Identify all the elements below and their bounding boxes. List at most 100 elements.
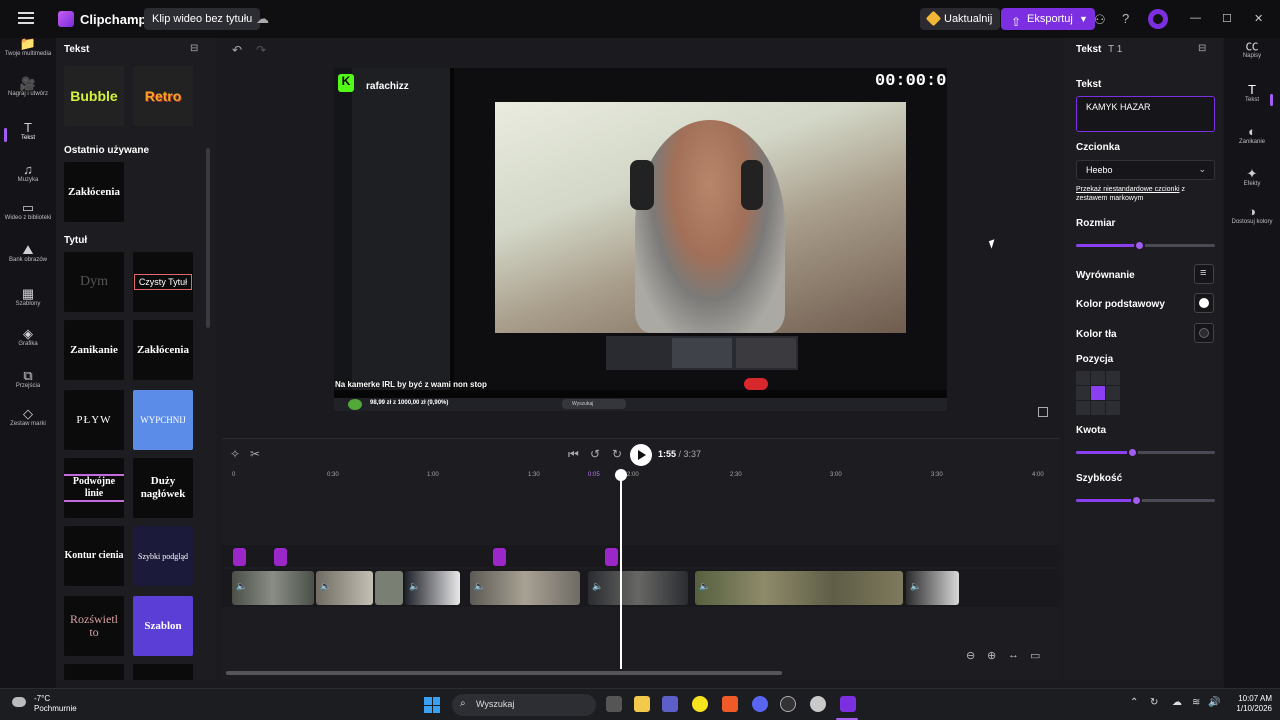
position-cell[interactable] — [1091, 386, 1105, 400]
obs-icon[interactable] — [780, 696, 796, 712]
position-cell[interactable] — [1106, 386, 1120, 400]
text-style-card[interactable] — [64, 664, 124, 680]
windows-start-icon[interactable] — [424, 697, 440, 713]
forward-icon[interactable]: ↻ — [612, 447, 622, 461]
position-cell[interactable] — [1076, 371, 1090, 385]
collapse-panel-icon[interactable]: ⊟ — [190, 43, 198, 54]
file-explorer-icon[interactable] — [634, 696, 650, 712]
close-icon[interactable]: ✕ — [1254, 12, 1263, 25]
position-grid[interactable] — [1076, 371, 1120, 415]
position-cell[interactable] — [1076, 401, 1090, 415]
teams-icon[interactable] — [662, 696, 678, 712]
rail-stock-video[interactable]: ▭ Wideo z biblioteki — [0, 201, 56, 222]
task-view-icon[interactable] — [606, 696, 622, 712]
github-icon[interactable] — [1148, 9, 1168, 29]
position-cell[interactable] — [1091, 401, 1105, 415]
speed-slider[interactable] — [1076, 495, 1215, 506]
position-cell[interactable] — [1106, 371, 1120, 385]
rail-captions[interactable]: ㏄ Napisy — [1224, 39, 1280, 60]
text-style-card[interactable]: Zakłócenia — [64, 162, 124, 222]
cloud-off-icon[interactable]: ☁ — [256, 11, 272, 26]
clock[interactable]: 10:07 AM 1/10/2026 — [1228, 694, 1272, 714]
text-style-card[interactable]: PŁYW — [64, 390, 124, 450]
slider-knob[interactable] — [1126, 447, 1138, 458]
video-clip[interactable]: 🔈 — [405, 571, 460, 605]
chevron-up-icon[interactable]: ⌃ — [1130, 697, 1138, 708]
undo-icon[interactable]: ↶ — [232, 43, 242, 57]
rail-effects[interactable]: ✦ Efekty — [1224, 167, 1280, 188]
text-clip-marker[interactable] — [274, 548, 287, 566]
text-clip-marker[interactable] — [605, 548, 618, 566]
rail-templates[interactable]: ▦ Szablony — [0, 287, 56, 308]
rail-fade[interactable]: ◐ Zanikanie — [1224, 125, 1280, 146]
rail-text[interactable]: T Tekst — [0, 121, 56, 142]
hamburger-icon[interactable] — [18, 12, 34, 24]
magic-icon[interactable]: ✧ — [230, 447, 240, 461]
rail-brand-kit[interactable]: ◇ Zestaw marki — [0, 407, 56, 428]
text-style-card[interactable]: Rozświetl to — [64, 596, 124, 656]
taskbar-search[interactable]: ⌕ Wyszukaj — [452, 694, 596, 716]
text-style-card[interactable]: Retro — [133, 66, 193, 126]
zoom-out-icon[interactable]: ⊖ — [966, 649, 975, 662]
playhead[interactable] — [620, 471, 622, 669]
sync-icon[interactable]: ↻ — [1150, 697, 1158, 708]
text-style-card[interactable]: Szablon — [133, 596, 193, 656]
project-title[interactable]: Klip wideo bez tytułu — [144, 8, 261, 30]
text-style-card[interactable]: Podwójne linie — [64, 458, 124, 518]
captions-toggle-icon[interactable]: ▭ — [1030, 649, 1040, 662]
corner-slider[interactable] — [1076, 447, 1215, 458]
redo-icon[interactable]: ↷ — [256, 43, 266, 57]
onedrive-icon[interactable]: ☁ — [1172, 697, 1182, 708]
app-icon[interactable] — [810, 696, 826, 712]
snapchat-icon[interactable] — [692, 696, 708, 712]
playhead-handle[interactable] — [615, 469, 627, 481]
slider-knob[interactable] — [1130, 495, 1142, 506]
video-clip[interactable] — [375, 571, 403, 605]
help-icon[interactable]: ? — [1122, 11, 1129, 26]
fullscreen-icon[interactable] — [1038, 407, 1048, 417]
rail-adjust-colors[interactable]: ◑ Dostosuj kolory — [1224, 205, 1280, 226]
video-clip[interactable]: 🔈 — [695, 571, 903, 605]
split-icon[interactable]: ✂ — [250, 447, 260, 461]
brave-icon[interactable] — [722, 696, 738, 712]
clipchamp-taskbar-icon[interactable] — [840, 696, 856, 712]
share-icon[interactable]: ⚇ — [1094, 12, 1106, 28]
text-style-card[interactable]: WYPCHNIJ — [133, 390, 193, 450]
video-clip[interactable]: 🔈 — [906, 571, 959, 605]
collapse-panel-icon[interactable]: ⊟ — [1198, 43, 1206, 54]
custom-fonts-link[interactable]: Przekaż niestandardowe czcionki z zestaw… — [1076, 185, 1212, 203]
position-cell[interactable] — [1106, 401, 1120, 415]
text-style-card[interactable]: Czysty Tytuł — [133, 252, 193, 312]
text-clip-marker[interactable] — [493, 548, 506, 566]
text-style-card[interactable]: Bubble — [64, 66, 124, 126]
text-style-card[interactable]: Kontur cienia — [64, 526, 124, 586]
wifi-icon[interactable]: ≋ — [1192, 697, 1200, 708]
rail-transitions[interactable]: ⧉ Przejścia — [0, 369, 56, 390]
rail-stock-images[interactable]: ⛰ Bank obrazów — [0, 243, 56, 264]
rail-record[interactable]: 🎥 Nagraj i utwórz — [0, 77, 56, 98]
text-style-card[interactable]: Dym — [64, 252, 124, 312]
video-clip[interactable]: 🔈 — [232, 571, 314, 605]
video-clip[interactable]: 🔈 — [316, 571, 373, 605]
rail-music[interactable]: ♫ Muzyka — [0, 163, 56, 184]
text-style-card[interactable]: Zakłócenia — [133, 320, 193, 380]
base-color-swatch[interactable] — [1194, 293, 1214, 313]
text-style-card[interactable]: Duży nagłówek — [133, 458, 193, 518]
video-clip[interactable]: 🔈 — [470, 571, 580, 605]
text-style-card[interactable] — [133, 664, 193, 680]
discord-icon[interactable] — [752, 696, 768, 712]
bg-color-swatch[interactable] — [1194, 323, 1214, 343]
rewind-icon[interactable]: ↺ — [590, 447, 600, 461]
rail-media[interactable]: 📁 Twoje multimedia — [0, 37, 56, 58]
maximize-icon[interactable]: ☐ — [1222, 12, 1232, 25]
play-button[interactable] — [630, 444, 652, 466]
upgrade-button[interactable]: Uaktualnij — [920, 8, 1001, 30]
fit-timeline-icon[interactable]: ↔ — [1008, 649, 1019, 661]
text-style-card[interactable]: Zanikanie — [64, 320, 124, 380]
text-input[interactable]: KAMYK HAZAR — [1076, 96, 1215, 132]
minimize-icon[interactable]: — — [1190, 12, 1201, 24]
zoom-in-icon[interactable]: ⊕ — [987, 649, 996, 662]
text-style-card[interactable]: Szybki podgląd — [133, 526, 193, 586]
timeline-scrollbar[interactable] — [226, 671, 782, 675]
slider-knob[interactable] — [1133, 240, 1145, 251]
